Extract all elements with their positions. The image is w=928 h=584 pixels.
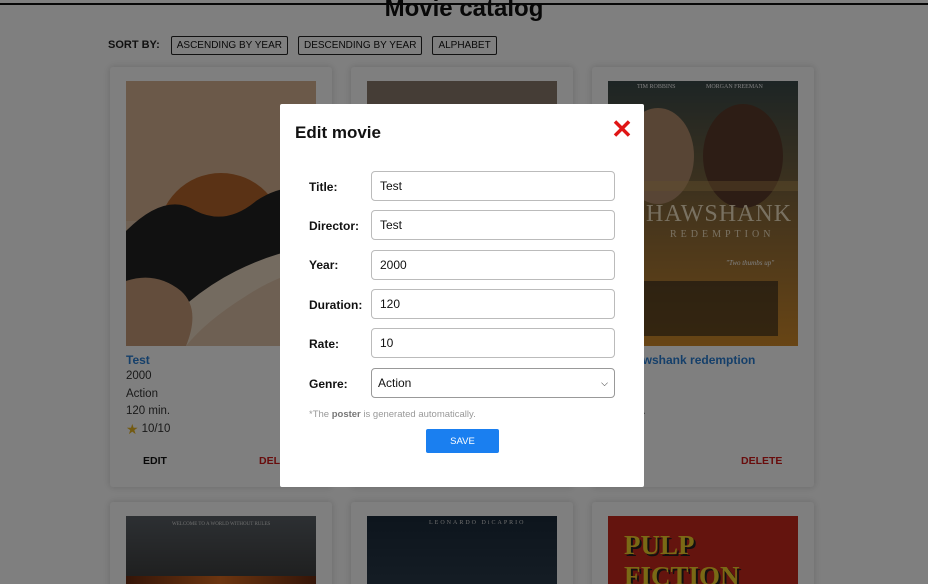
genre-selected-value: Action [378,376,412,390]
genre-select[interactable]: Action ⌵ [371,368,615,398]
poster-note: *The poster is generated automatically. [309,409,476,420]
duration-input[interactable] [371,289,615,319]
duration-label: Duration: [309,298,363,312]
close-icon[interactable]: ✕ [611,116,633,142]
director-input[interactable] [371,210,615,240]
director-label: Director: [309,219,360,233]
genre-label: Genre: [309,377,348,391]
year-input[interactable] [371,250,615,280]
title-input[interactable] [371,171,615,201]
title-label: Title: [309,180,338,194]
rate-label: Rate: [309,337,340,351]
edit-movie-dialog: Edit movie ✕ Title: Director: Year: Dura… [280,104,644,487]
rate-input[interactable] [371,328,615,358]
year-label: Year: [309,258,339,272]
chevron-down-icon: ⌵ [601,377,608,388]
dialog-title: Edit movie [295,123,381,142]
save-button[interactable]: SAVE [426,429,499,453]
